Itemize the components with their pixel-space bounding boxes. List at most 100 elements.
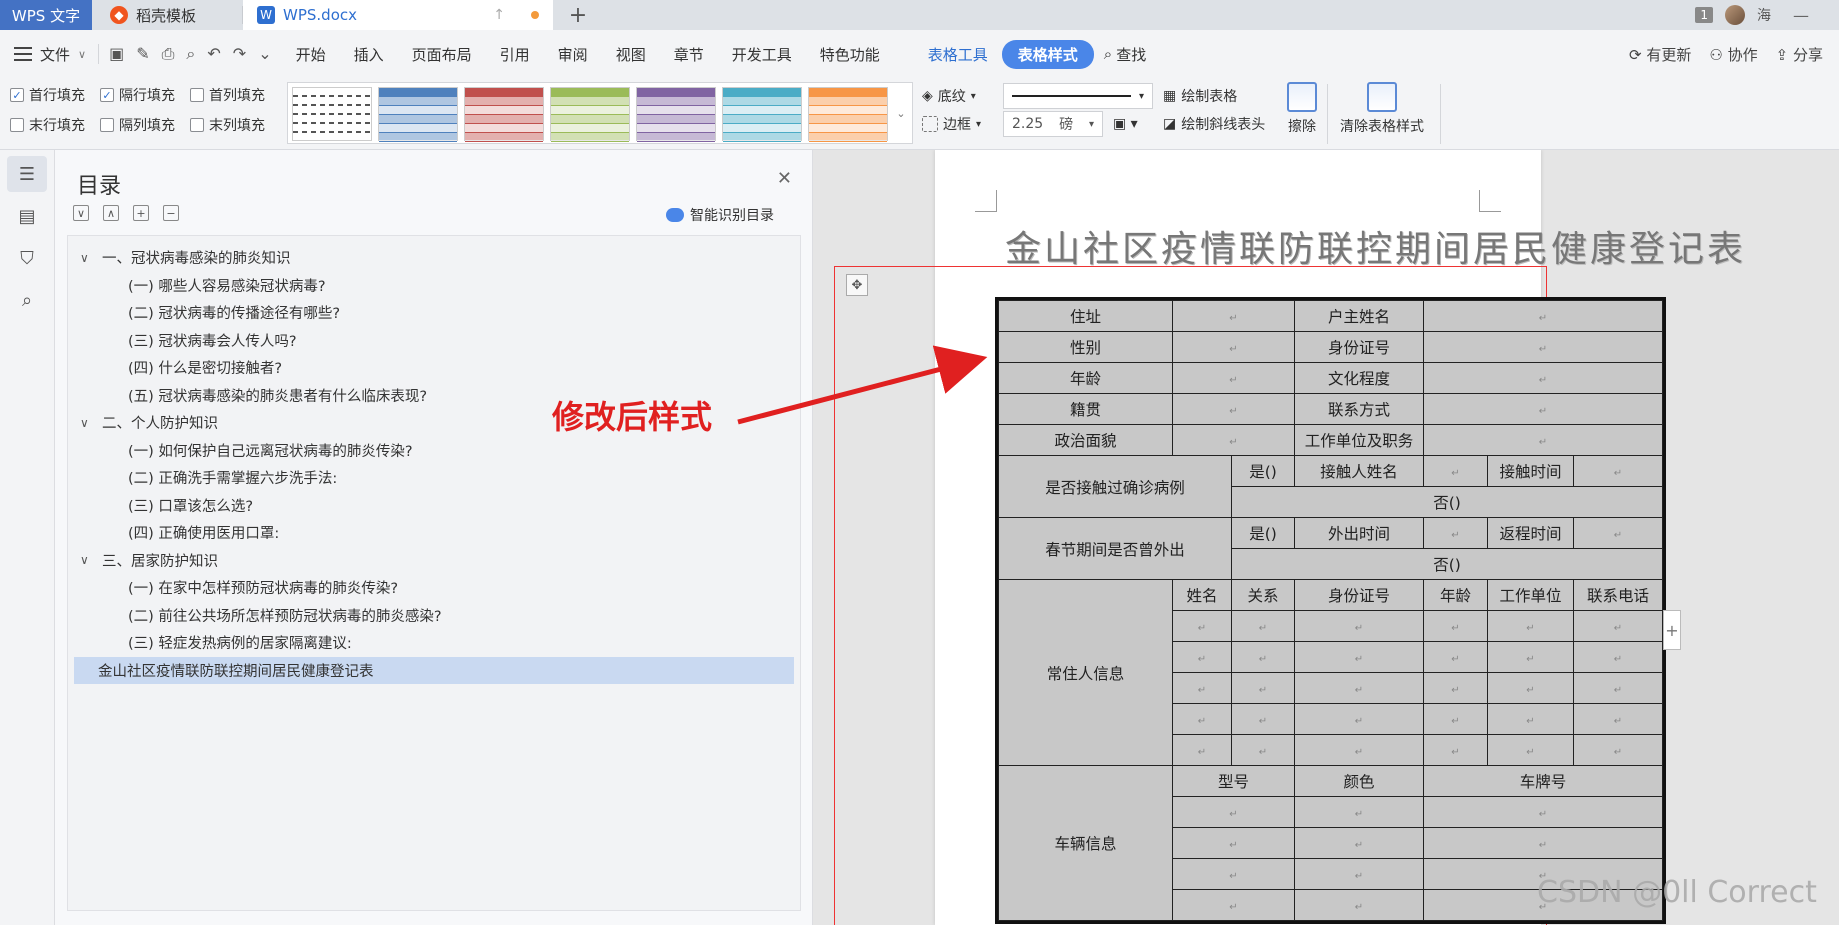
table-cell[interactable]: ↵ [1231,734,1295,766]
table-cell[interactable]: 车辆信息 [998,765,1173,921]
table-style-swatch[interactable] [550,87,630,142]
table-cell[interactable]: ↵ [1172,610,1232,642]
health-register-table[interactable]: 住址 ↵ 户主姓名 ↵ 性别 ↵ 身份证号 ↵ 年龄 ↵ 文化程度 ↵ 籍贯 ↵… [995,297,1666,924]
redo-icon[interactable]: ↷ [233,44,246,64]
table-cell[interactable]: ↵ [1423,331,1663,363]
tab-docer[interactable]: ◆ 稻壳模板 [92,0,242,30]
toc-item[interactable]: (三) 轻症发热病例的居家隔离建议: [68,629,800,657]
chevron-down-icon[interactable]: ∨ [80,416,94,430]
chapter-nav-icon[interactable]: ▤ [7,198,47,234]
table-cell[interactable]: 性别 [998,331,1173,363]
table-cell[interactable]: ↵ [1294,734,1424,766]
toc-item[interactable]: (二) 前往公共场所怎样预防冠状病毒的肺炎感染? [68,602,800,630]
undo-icon[interactable]: ↶ [207,44,220,64]
customize-icon[interactable]: ⌄ [258,44,271,64]
table-cell[interactable]: 颜色 [1294,765,1424,797]
table-cell[interactable]: ↵ [1294,641,1424,673]
table-cell[interactable]: ↵ [1172,393,1295,425]
table-cell[interactable]: 工作单位及职务 [1294,424,1424,456]
add-heading-icon[interactable]: + [133,205,149,221]
table-cell[interactable]: ↵ [1172,672,1232,704]
table-cell[interactable]: ↵ [1231,703,1295,735]
table-cell[interactable]: 否() [1231,548,1663,580]
table-cell[interactable]: ↵ [1573,672,1663,704]
table-cell[interactable]: 年龄 [998,362,1173,394]
table-cell[interactable]: 住址 [998,300,1173,332]
table-cell[interactable]: ↵ [1487,610,1574,642]
border-button[interactable]: 边框 ▾ [922,110,981,138]
toc-item[interactable]: (二) 冠状病毒的传播途径有哪些? [68,299,800,327]
line-width-select[interactable]: 2.25 磅 ▾ [1003,111,1103,137]
table-cell[interactable]: ↵ [1573,703,1663,735]
minimize-icon[interactable]: — [1783,6,1819,25]
table-cell[interactable]: ↵ [1294,796,1424,828]
toc-item[interactable]: (三) 冠状病毒会人传人吗? [68,327,800,355]
table-cell[interactable]: ↵ [1423,517,1488,549]
table-cell[interactable]: ↵ [1294,889,1424,921]
table-cell[interactable]: 是否接触过确诊病例 [998,455,1232,518]
table-cell[interactable]: ↵ [1423,455,1488,487]
table-cell[interactable]: 常住人信息 [998,579,1173,766]
tab-table-style[interactable]: 表格样式 [1001,39,1094,69]
table-cell[interactable]: ↵ [1172,827,1295,859]
table-cell[interactable]: ↵ [1423,610,1488,642]
table-style-swatch[interactable] [378,87,458,142]
table-cell[interactable]: 否() [1231,486,1663,518]
table-cell[interactable]: ↵ [1573,455,1663,487]
table-cell[interactable]: ↵ [1573,734,1663,766]
table-cell[interactable]: 车牌号 [1423,765,1663,797]
toc-item[interactable]: (二) 正确洗手需掌握六步洗手法: [68,464,800,492]
checkbox-banded-rows[interactable]: ✓ 隔行填充 [100,84,190,106]
document-area[interactable]: 金山社区疫情联防联控期间居民健康登记表 ✥ 住址 ↵ 户主姓名 ↵ 性别 ↵ 身… [813,150,1839,925]
toc-item[interactable]: (四) 什么是密切接触者? [68,354,800,382]
tab-document[interactable]: W WPS.docx ↑ [243,0,553,30]
table-cell[interactable]: 返程时间 [1487,517,1574,549]
search-button[interactable]: ⌕ 查找 [1094,44,1146,65]
print-icon[interactable]: ⎙ [162,44,175,64]
user-name[interactable]: 海 [1757,5,1771,25]
table-cell[interactable]: ↵ [1487,734,1574,766]
toc-item[interactable]: (一) 如何保护自己远离冠状病毒的肺炎传染? [68,437,800,465]
table-cell[interactable]: ↵ [1423,827,1663,859]
draw-diagonal-button[interactable]: ◪ 绘制斜线表头 [1163,110,1265,138]
table-cell[interactable]: ↵ [1573,641,1663,673]
table-cell[interactable]: ↵ [1487,672,1574,704]
expand-all-icon[interactable]: ∨ [73,205,89,221]
table-cell[interactable]: 文化程度 [1294,362,1424,394]
table-style-swatch[interactable] [292,87,372,141]
add-column-icon[interactable]: + [1663,610,1681,650]
tab-insert[interactable]: 插入 [340,44,398,65]
table-cell[interactable]: ↵ [1487,641,1574,673]
app-tab[interactable]: WPS 文字 [0,0,92,30]
tab-review[interactable]: 审阅 [544,44,602,65]
table-cell[interactable]: ↵ [1172,331,1295,363]
table-cell[interactable]: ↵ [1423,424,1663,456]
format-painter-icon[interactable]: ✎ [136,44,149,64]
table-cell[interactable]: ↵ [1172,858,1295,890]
table-cell[interactable]: ↵ [1423,796,1663,828]
collapse-all-icon[interactable]: ∧ [103,205,119,221]
tab-developer[interactable]: 开发工具 [718,44,806,65]
table-cell[interactable]: ↵ [1423,703,1488,735]
tab-references[interactable]: 引用 [486,44,544,65]
toc-item[interactable]: (四) 正确使用医用口罩: [68,519,800,547]
table-cell[interactable]: 身份证号 [1294,331,1424,363]
table-cell[interactable]: ↵ [1172,641,1232,673]
toc-item-selected[interactable]: 金山社区疫情联防联控期间居民健康登记表 [74,656,794,684]
clear-table-style-button[interactable]: 清除表格样式 [1340,82,1424,136]
draw-table-button[interactable]: ▦ 绘制表格 [1163,82,1265,110]
toc-item[interactable]: (一) 哪些人容易感染冠状病毒? [68,272,800,300]
table-cell[interactable]: ↵ [1294,610,1424,642]
table-cell[interactable]: ↵ [1172,703,1232,735]
table-cell[interactable]: ↵ [1423,672,1488,704]
toc-item[interactable]: (三) 口罩该怎么选? [68,492,800,520]
close-icon[interactable]: ✕ [777,168,792,189]
chevron-down-icon[interactable]: ∨ [80,251,94,265]
tab-table-tools[interactable]: 表格工具 [914,44,1002,65]
table-cell[interactable]: 籍贯 [998,393,1173,425]
table-cell[interactable]: 工作单位 [1487,579,1574,611]
table-cell[interactable]: ↵ [1172,889,1295,921]
table-cell[interactable]: ↵ [1573,610,1663,642]
table-cell[interactable]: 联系方式 [1294,393,1424,425]
table-cell[interactable]: ↵ [1423,641,1488,673]
